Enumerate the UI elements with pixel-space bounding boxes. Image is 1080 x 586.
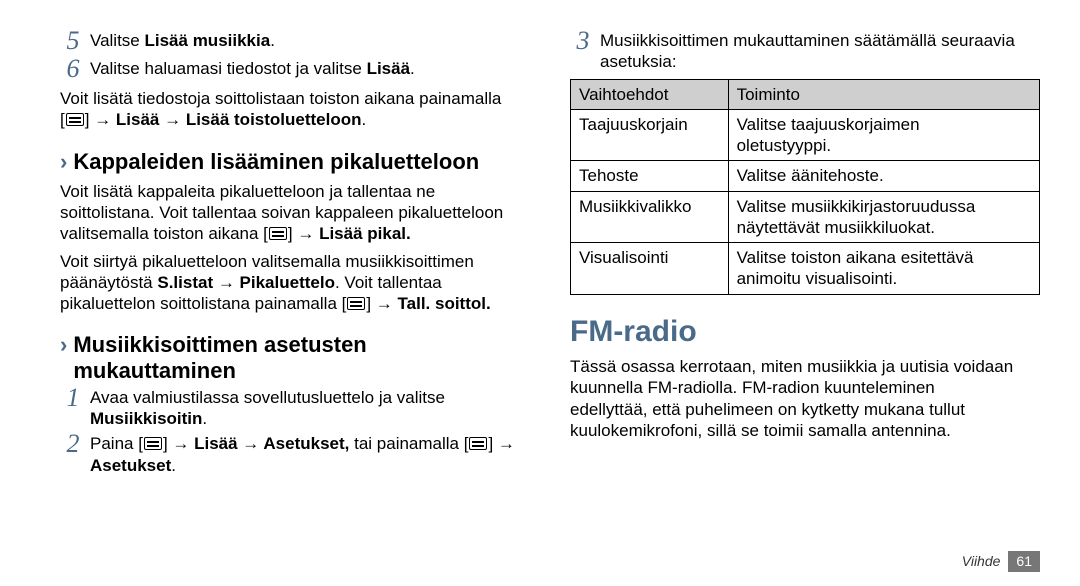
table-cell: Valitse taajuuskorjaimenoletustyyppi. — [728, 109, 1039, 161]
step-6: 6 Valitse haluamasi tiedostot ja valitse… — [60, 58, 530, 82]
page-footer: Viihde 61 — [962, 551, 1040, 573]
options-header-col2: Toiminto — [728, 79, 1039, 109]
table-cell: Valitse toiston aikana esitettäväanimoit… — [728, 243, 1039, 295]
menu-icon — [66, 113, 84, 126]
step-3: 3 Musiikkisoittimen mukauttaminen säätäm… — [570, 30, 1040, 73]
table-cell: Taajuuskorjain — [571, 109, 729, 161]
step-3-text: Musiikkisoittimen mukauttaminen säätämäl… — [596, 30, 1040, 73]
subhead-quicklist: › Kappaleiden lisääminen pikaluetteloon — [60, 149, 530, 175]
subhead-quicklist-text: Kappaleiden lisääminen pikaluetteloon — [73, 149, 479, 174]
step-number-5: 5 — [60, 28, 86, 54]
options-table: Vaihtoehdot Toiminto Taajuuskorjain Vali… — [570, 79, 1040, 295]
step-2: 2 Paina [] → Lisää → Asetukset, tai pain… — [60, 433, 530, 476]
menu-icon — [269, 227, 287, 240]
step-number-3: 3 — [570, 28, 596, 54]
subhead-customize-text: Musiikkisoittimen asetusten mukauttamine… — [73, 332, 530, 383]
table-cell: Tehoste — [571, 161, 729, 191]
step-1: 1 Avaa valmiustilassa sovellutusluettelo… — [60, 387, 530, 430]
table-cell: Valitse musiikkikirjastoruudussanäytettä… — [728, 191, 1039, 243]
left-column: 5 Valitse Lisää musiikkia. 6 Valitse hal… — [60, 30, 530, 480]
footer-page-number: 61 — [1008, 551, 1040, 573]
table-row: Musiikkivalikko Valitse musiikkikirjasto… — [571, 191, 1040, 243]
fm-radio-para: Tässä osassa kerrotaan, miten musiikkia … — [570, 356, 1040, 441]
menu-icon — [347, 297, 365, 310]
step-5: 5 Valitse Lisää musiikkia. — [60, 30, 530, 54]
chevron-icon: › — [60, 332, 67, 358]
step-6-text: Valitse haluamasi tiedostot ja valitse L… — [86, 58, 530, 79]
step-number-1: 1 — [60, 385, 86, 411]
fm-radio-heading: FM-radio — [570, 313, 1040, 351]
step-number-2: 2 — [60, 431, 86, 457]
subhead-customize: › Musiikkisoittimen asetusten mukauttami… — [60, 332, 530, 383]
chevron-icon: › — [60, 149, 67, 175]
right-column: 3 Musiikkisoittimen mukauttaminen säätäm… — [570, 30, 1040, 480]
table-cell: Valitse äänitehoste. — [728, 161, 1039, 191]
table-cell: Musiikkivalikko — [571, 191, 729, 243]
step-number-6: 6 — [60, 56, 86, 82]
step-2-text: Paina [] → Lisää → Asetukset, tai painam… — [86, 433, 530, 476]
table-cell: Visualisointi — [571, 243, 729, 295]
menu-icon — [144, 437, 162, 450]
quicklist-para-1: Voit lisätä kappaleita pikaluetteloon ja… — [60, 181, 530, 245]
menu-icon — [469, 437, 487, 450]
step-1-text: Avaa valmiustilassa sovellutusluettelo j… — [86, 387, 530, 430]
footer-section: Viihde — [962, 553, 1001, 571]
table-row: Tehoste Valitse äänitehoste. — [571, 161, 1040, 191]
quicklist-para-2: Voit siirtyä pikaluetteloon valitsemalla… — [60, 251, 530, 315]
table-row: Visualisointi Valitse toiston aikana esi… — [571, 243, 1040, 295]
table-row: Taajuuskorjain Valitse taajuuskorjaimeno… — [571, 109, 1040, 161]
options-header-col1: Vaihtoehdot — [571, 79, 729, 109]
step-5-text: Valitse Lisää musiikkia. — [86, 30, 530, 51]
add-to-playlist-note: Voit lisätä tiedostoja soittolistaan toi… — [60, 88, 530, 131]
